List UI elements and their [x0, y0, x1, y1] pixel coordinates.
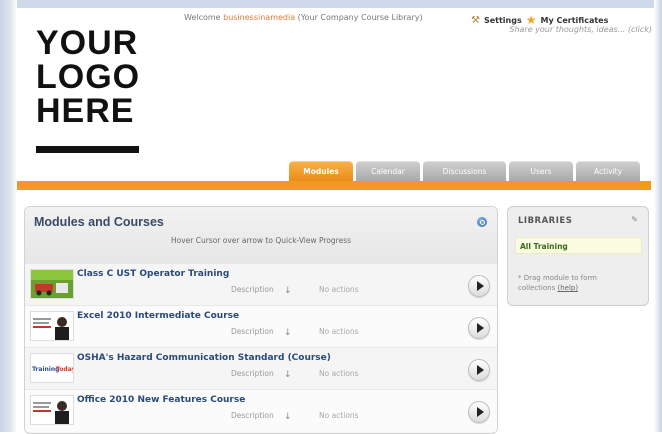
description-arrow-icon[interactable]: ↓ [284, 370, 292, 380]
description-link[interactable]: Description [231, 327, 274, 336]
course-title[interactable]: OSHA's Hazard Communication Standard (Co… [77, 353, 331, 363]
description-arrow-icon[interactable]: ↓ [284, 286, 292, 296]
company-logo[interactable]: YOUR LOGO HERE [36, 26, 140, 128]
course-thumbnail [30, 395, 74, 425]
course-row[interactable]: Office 2010 New Features Course Descript… [25, 389, 497, 432]
library-label: (Your Company Course Library) [297, 13, 423, 22]
tab-discussions[interactable]: Discussions [423, 161, 506, 181]
play-button[interactable] [468, 275, 490, 297]
username-link[interactable]: businessinamedia [223, 13, 295, 22]
settings-link[interactable]: Settings [484, 16, 522, 25]
description-link[interactable]: Description [231, 411, 274, 420]
my-certificates-link[interactable]: My Certificates [541, 16, 609, 25]
help-link[interactable]: (help) [557, 284, 578, 292]
logo-underline [36, 146, 139, 153]
share-thoughts-link[interactable]: Share your thoughts, ideas... (click) [509, 25, 652, 34]
modules-panel-header: Modules and Courses Hover Cursor over ar… [25, 207, 497, 263]
logo-line-3: HERE [36, 92, 135, 130]
course-thumbnail [30, 269, 74, 299]
course-title[interactable]: Excel 2010 Intermediate Course [77, 311, 239, 321]
play-button[interactable] [468, 401, 490, 423]
actions-label: No actions [319, 327, 359, 336]
settings-icon[interactable]: ⚒ [471, 15, 480, 26]
left-edge-gradient [0, 0, 17, 432]
course-title[interactable]: Class C UST Operator Training [77, 269, 229, 279]
course-row[interactable]: Training Today OSHA's Hazard Communicati… [25, 347, 497, 390]
course-thumbnail: Training Today [30, 353, 74, 383]
description-arrow-icon[interactable]: ↓ [284, 328, 292, 338]
right-edge-gradient [654, 0, 662, 432]
main-tabs: Modules Calendar Discussions Users Activ… [289, 161, 640, 181]
libraries-panel: LIBRARIES ✎ All Training * Drag module t… [507, 206, 649, 306]
play-button[interactable] [468, 359, 490, 381]
description-link[interactable]: Description [231, 369, 274, 378]
course-row[interactable]: Excel 2010 Intermediate Course Descripti… [25, 305, 497, 348]
tab-underline-bar [17, 181, 651, 190]
course-row[interactable]: Class C UST Operator Training Descriptio… [25, 263, 497, 306]
tab-activity[interactable]: Activity [576, 161, 640, 181]
quick-view-hint: Hover Cursor over arrow to Quick-View Pr… [170, 236, 352, 245]
description-link[interactable]: Description [231, 285, 274, 294]
actions-label: No actions [319, 411, 359, 420]
search-icon[interactable] [477, 217, 487, 227]
tab-modules[interactable]: Modules [289, 161, 353, 181]
libraries-note: * Drag module to form collections (help) [518, 273, 636, 293]
tab-users[interactable]: Users [509, 161, 573, 181]
logo-line-1: YOUR [36, 24, 139, 62]
logo-line-2: LOGO [36, 58, 141, 96]
actions-label: No actions [319, 369, 359, 378]
welcome-prefix: Welcome [184, 13, 221, 22]
svg-text:Today: Today [56, 366, 73, 373]
course-title[interactable]: Office 2010 New Features Course [77, 395, 245, 405]
actions-label: No actions [319, 285, 359, 294]
edit-icon[interactable]: ✎ [631, 215, 638, 224]
description-arrow-icon[interactable]: ↓ [284, 412, 292, 422]
play-button[interactable] [468, 317, 490, 339]
course-thumbnail [30, 311, 74, 341]
welcome-message: Welcome businessinamedia (Your Company C… [184, 13, 423, 22]
tab-calendar[interactable]: Calendar [356, 161, 420, 181]
modules-title: Modules and Courses [34, 215, 164, 229]
library-item-all-training[interactable]: All Training [515, 237, 642, 254]
modules-panel: Modules and Courses Hover Cursor over ar… [24, 206, 498, 434]
libraries-title: LIBRARIES [518, 216, 573, 226]
